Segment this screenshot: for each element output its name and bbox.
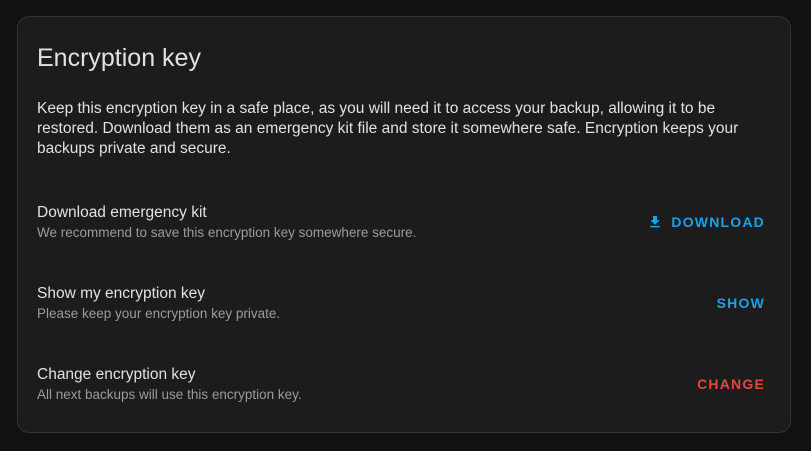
show-key-row: Show my encryption key Please keep your … [37, 284, 773, 328]
show-button[interactable]: SHOW [709, 285, 773, 321]
change-key-subtitle: All next backups will use this encryptio… [37, 387, 302, 402]
download-icon [647, 214, 663, 230]
encryption-key-card: Encryption key Keep this encryption key … [17, 16, 791, 433]
change-button[interactable]: CHANGE [689, 366, 773, 402]
card-title: Encryption key [37, 44, 201, 72]
download-kit-subtitle: We recommend to save this encryption key… [37, 225, 417, 240]
change-key-title: Change encryption key [37, 366, 196, 383]
card-description: Keep this encryption key in a safe place… [37, 100, 739, 157]
change-key-row: Change encryption key All next backups w… [37, 365, 773, 409]
download-kit-title: Download emergency kit [37, 204, 207, 221]
download-kit-row: Download emergency kit We recommend to s… [37, 203, 773, 247]
show-key-title: Show my encryption key [37, 285, 205, 302]
change-button-label: CHANGE [697, 376, 765, 392]
show-key-subtitle: Please keep your encryption key private. [37, 306, 281, 321]
show-button-label: SHOW [716, 295, 765, 311]
download-button[interactable]: DOWNLOAD [639, 204, 773, 240]
download-button-label: DOWNLOAD [671, 214, 765, 230]
